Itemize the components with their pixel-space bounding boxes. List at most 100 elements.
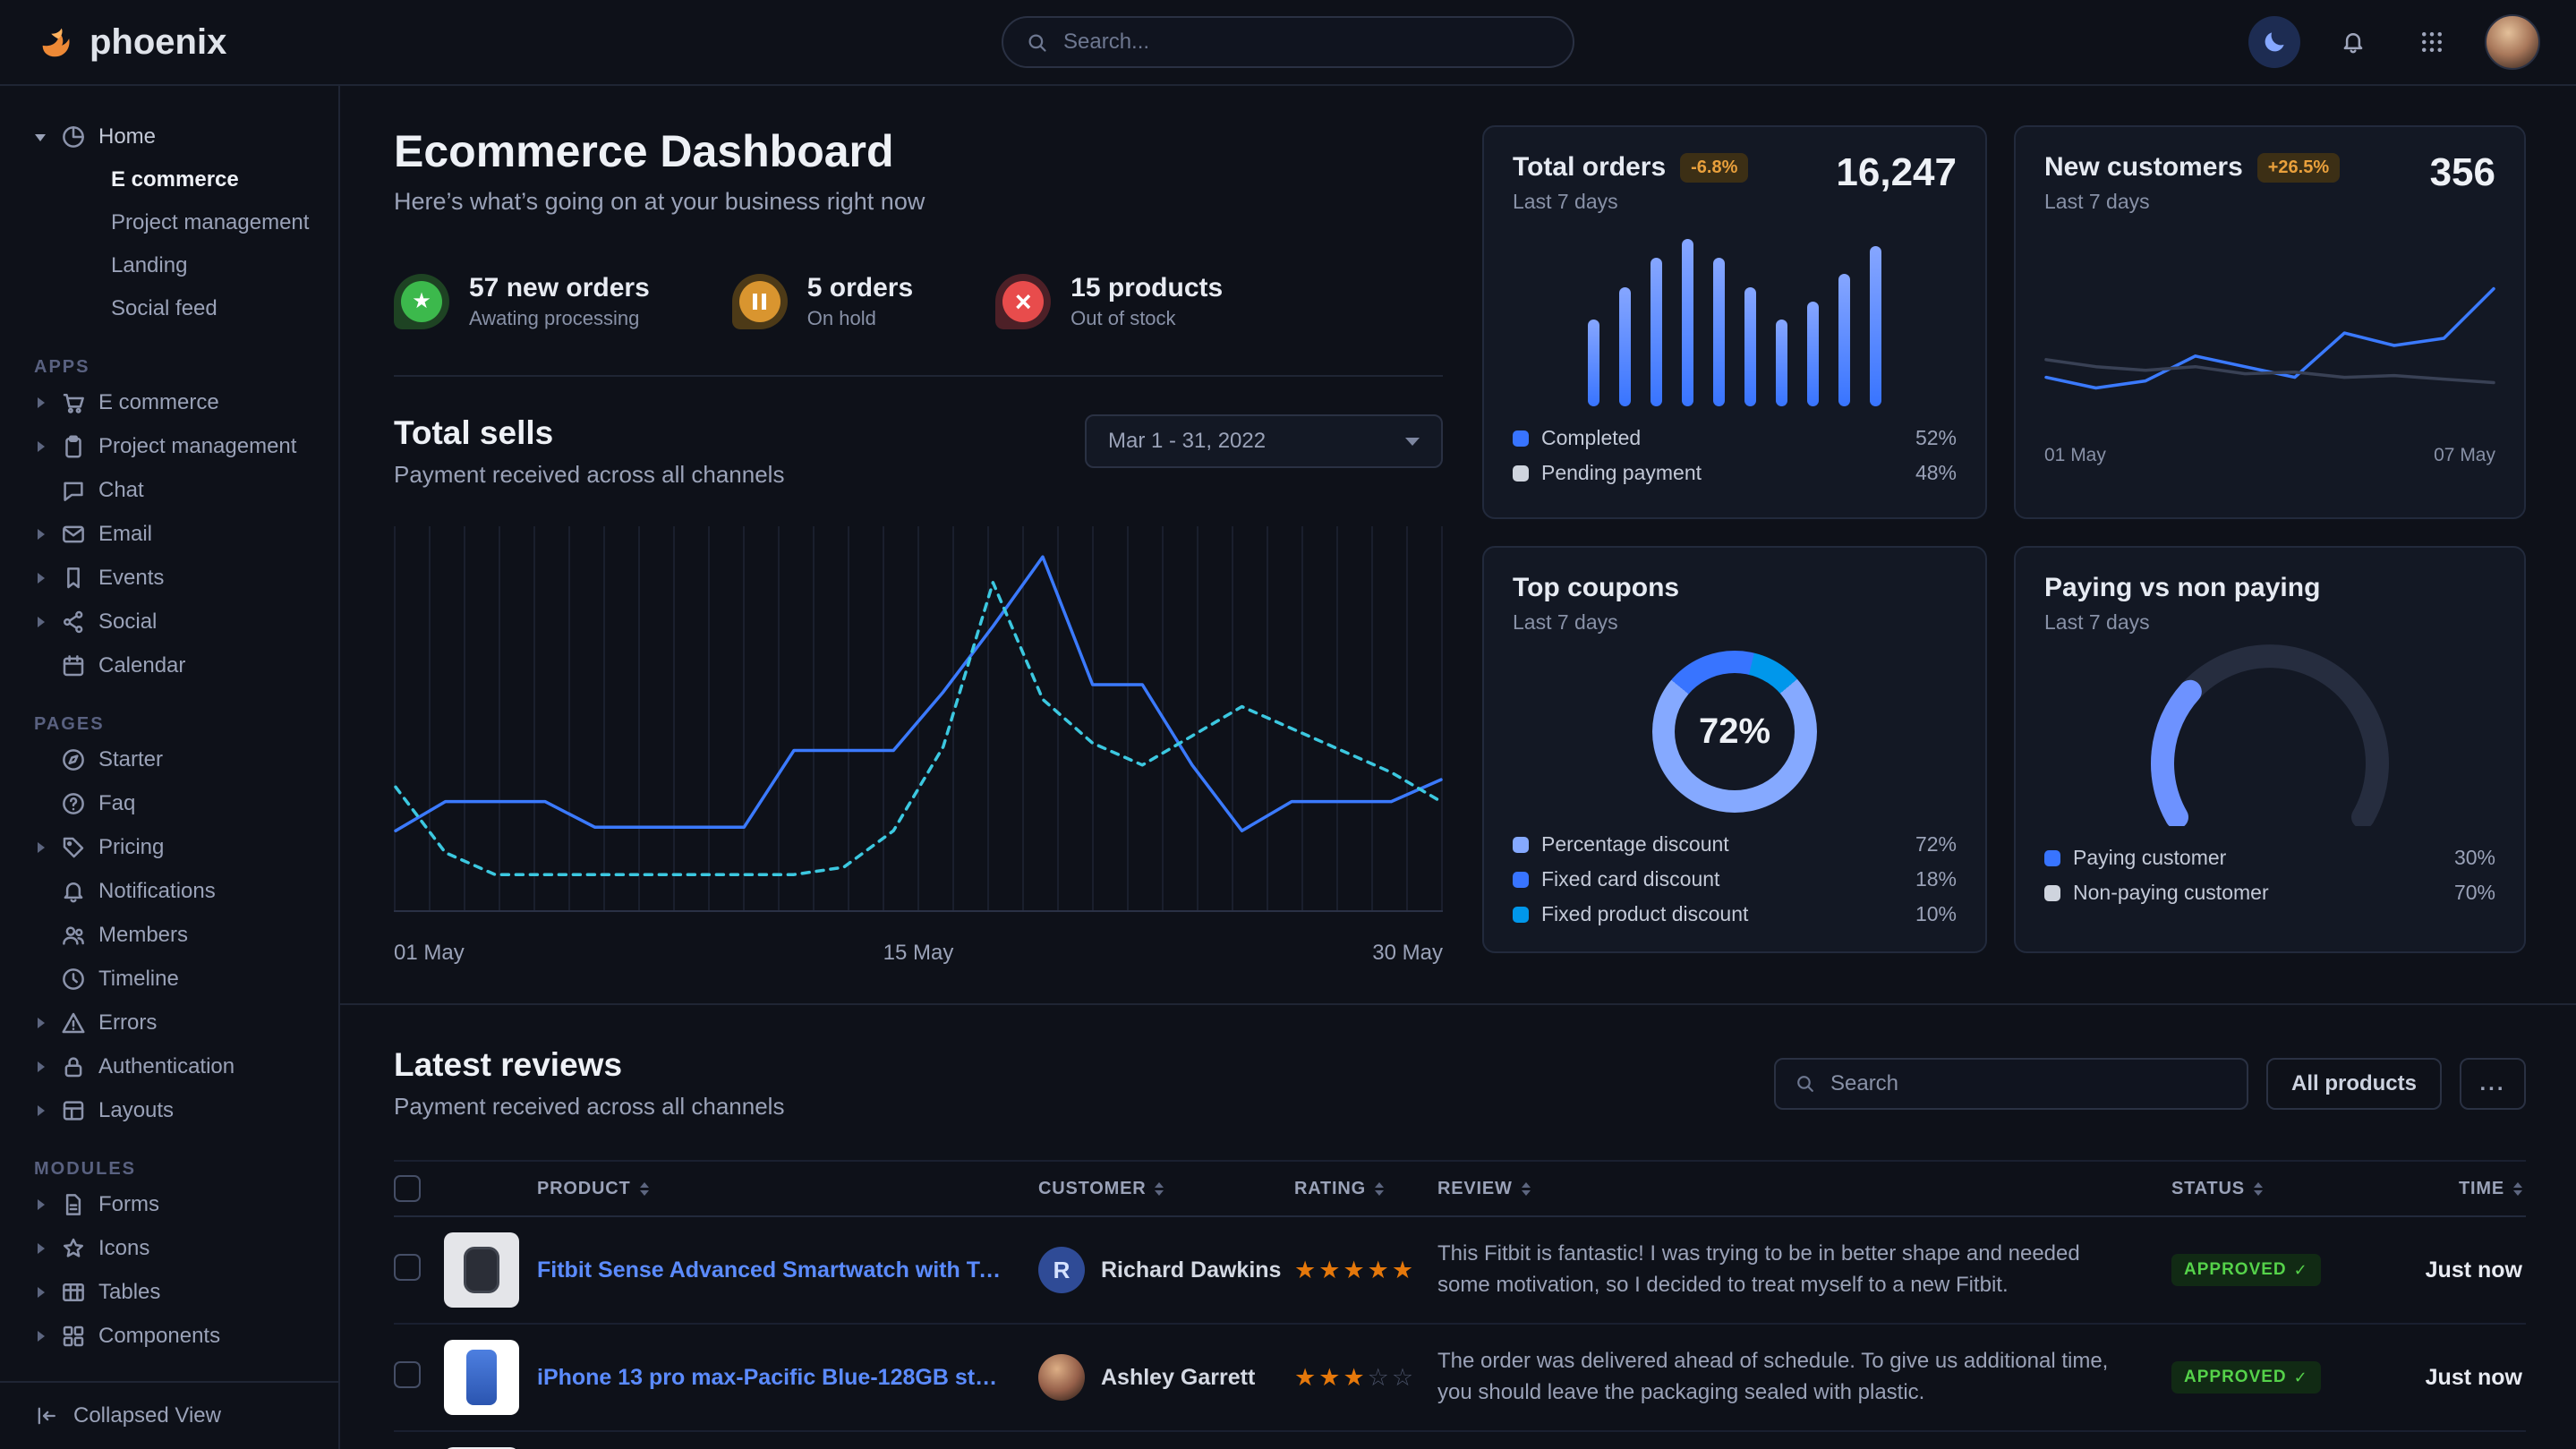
legend-item: Paying customer30% (2044, 846, 2495, 870)
star-icon: ★ (1294, 1364, 1318, 1391)
sidebar-item-authentication[interactable]: Authentication (0, 1044, 338, 1088)
column-label: CUSTOMER (1038, 1179, 1146, 1199)
caret-right-icon (34, 1241, 48, 1256)
sidebar-item-members[interactable]: Members (0, 913, 338, 957)
sidebar-item-e-commerce[interactable]: E commerce (0, 158, 338, 201)
sidebar-item-starter[interactable]: Starter (0, 737, 338, 781)
legend-item: Fixed product discount10% (1513, 902, 1957, 926)
collapsed-view-label: Collapsed View (73, 1403, 221, 1428)
sidebar-item-home[interactable]: Home (0, 115, 338, 158)
coupons-legend: Percentage discount72%Fixed card discoun… (1513, 832, 1957, 926)
product-image[interactable] (444, 1340, 519, 1415)
legend-swatch (1513, 907, 1529, 923)
review-cell: The order was delivered ahead of schedul… (1437, 1346, 2171, 1409)
main-content: Ecommerce Dashboard Here’s what’s going … (340, 86, 2576, 1449)
sidebar-item-calendar[interactable]: Calendar (0, 644, 338, 687)
star-icon: ☆ (1368, 1364, 1392, 1391)
product-link[interactable]: Fitbit Sense Advanced Smartwatch with To… (537, 1257, 1038, 1283)
sidebar-item-label: E commerce (98, 390, 219, 415)
card-title: Paying vs non paying (2044, 573, 2320, 603)
rating-cell: ★★★★★ (1294, 1257, 1437, 1284)
sidebar-item-social-feed[interactable]: Social feed (0, 287, 338, 330)
stat-label: Out of stock (1070, 307, 1223, 330)
card-value: 16,247 (1836, 150, 1957, 195)
sidebar-item-landing[interactable]: Landing (0, 244, 338, 287)
reviews-subtitle: Payment received across all channels (394, 1093, 784, 1121)
search-icon (1794, 1072, 1816, 1095)
sidebar-item-events[interactable]: Events (0, 556, 338, 600)
notifications-button[interactable] (2327, 16, 2379, 68)
sidebar-item-chat[interactable]: Chat (0, 468, 338, 512)
product-link[interactable]: iPhone 13 pro max-Pacific Blue-128GB sto… (537, 1365, 1038, 1391)
sidebar-item-timeline[interactable]: Timeline (0, 957, 338, 1001)
sidebar-item-layouts[interactable]: Layouts (0, 1088, 338, 1132)
status-badge: APPROVED ✓ (2171, 1361, 2321, 1394)
row-checkbox[interactable] (394, 1254, 421, 1281)
star-icon: ☆ (1392, 1364, 1416, 1391)
sidebar-item-label: Chat (98, 478, 144, 503)
sidebar-item-social[interactable]: Social (0, 600, 338, 644)
search-input[interactable] (1062, 29, 1551, 55)
sidebar-item-project-management[interactable]: Project management (0, 201, 338, 244)
star-icon: ★ (1368, 1257, 1392, 1283)
brand[interactable]: phoenix (36, 21, 226, 63)
sidebar-item-label: Errors (98, 1010, 157, 1036)
sidebar-item-forms[interactable]: Forms (0, 1182, 338, 1226)
row-checkbox[interactable] (394, 1361, 421, 1388)
bell-icon (60, 878, 87, 905)
caret-spacer (34, 928, 48, 942)
sidebar-item-project-management[interactable]: Project management (0, 424, 338, 468)
sidebar-item-errors[interactable]: Errors (0, 1001, 338, 1044)
sidebar-item-email[interactable]: Email (0, 512, 338, 556)
order-bar (1619, 287, 1631, 406)
sort-icon (1375, 1182, 1384, 1196)
more-options-button[interactable]: ... (2460, 1058, 2526, 1110)
apps-menu-button[interactable] (2406, 16, 2458, 68)
sidebar-item-notifications[interactable]: Notifications (0, 869, 338, 913)
column-header-time[interactable]: TIME (2386, 1179, 2526, 1199)
row-select-cell (394, 1254, 444, 1287)
global-search (1002, 16, 1574, 68)
legend-swatch (2044, 850, 2060, 866)
date-range-select[interactable]: Mar 1 - 31, 2022 (1085, 414, 1443, 468)
time-cell: Just now (2386, 1365, 2526, 1391)
sidebar-item-tables[interactable]: Tables (0, 1270, 338, 1314)
product-image[interactable] (444, 1232, 519, 1308)
legend-value: 48% (1915, 461, 1957, 485)
sidebar-item-pricing[interactable]: Pricing (0, 825, 338, 869)
stat-label: Awating processing (469, 307, 650, 330)
customer-avatar[interactable]: R (1038, 1247, 1085, 1293)
column-header-rating[interactable]: RATING (1294, 1179, 1437, 1199)
column-header-status[interactable]: STATUS (2171, 1179, 2386, 1199)
collapsed-view-toggle[interactable]: Collapsed View (0, 1381, 338, 1449)
sort-icon (2513, 1182, 2522, 1196)
column-header-review[interactable]: REVIEW (1437, 1179, 2171, 1199)
theme-toggle-button[interactable] (2248, 16, 2300, 68)
customer-avatar[interactable] (1038, 1354, 1085, 1401)
sidebar-item-e-commerce[interactable]: E commerce (0, 380, 338, 424)
sidebar-item-label: Tables (98, 1280, 160, 1305)
sidebar-item-icons[interactable]: Icons (0, 1226, 338, 1270)
table-row (394, 1432, 2526, 1449)
caret-right-icon (34, 571, 48, 585)
sidebar-item-components[interactable]: Components (0, 1314, 338, 1358)
caret-right-icon (34, 396, 48, 410)
user-avatar[interactable] (2485, 14, 2540, 70)
caret-down-icon (34, 130, 48, 144)
stat-blob-icon (732, 274, 788, 329)
select-all-checkbox[interactable] (394, 1175, 421, 1202)
top-coupons-card: Top coupons Last 7 days 72% Percentage d… (1482, 546, 1987, 953)
caret-right-icon (34, 1016, 48, 1030)
legend-label: Completed (1541, 426, 1641, 450)
sidebar-item-faq[interactable]: Faq (0, 781, 338, 825)
status-cell: APPROVED ✓ (2171, 1254, 2386, 1286)
column-header-customer[interactable]: CUSTOMER (1038, 1179, 1294, 1199)
reviews-search-input[interactable] (1829, 1070, 2229, 1097)
caret-right-icon (34, 840, 48, 855)
legend-label: Percentage discount (1541, 832, 1729, 857)
chevron-down-icon (1405, 438, 1420, 446)
all-products-button[interactable]: All products (2266, 1058, 2442, 1110)
page-subtitle: Here’s what’s going on at your business … (394, 188, 1443, 216)
column-header-product[interactable]: PRODUCT (537, 1179, 1038, 1199)
product-cell: Fitbit Sense Advanced Smartwatch with To… (537, 1257, 1038, 1283)
